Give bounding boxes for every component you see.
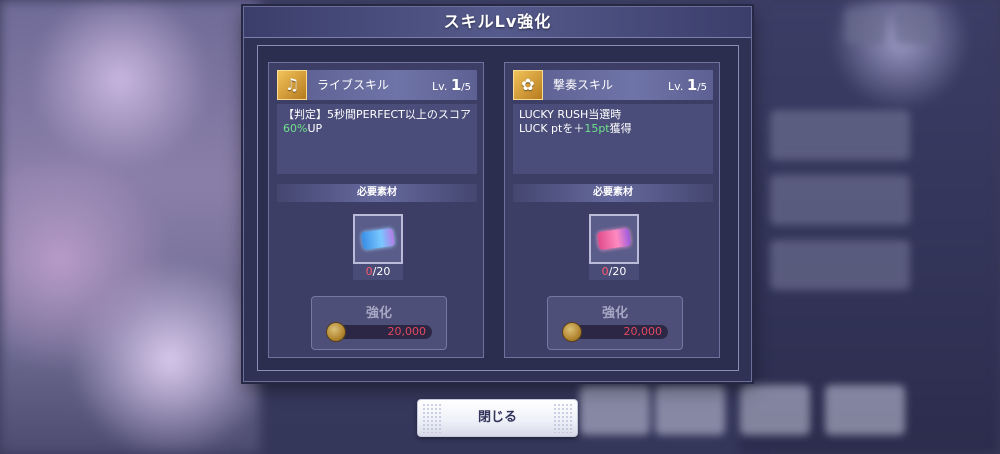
close-button[interactable]: 閉じる — [417, 399, 578, 437]
enhance-button[interactable]: 強化 20,000 — [311, 296, 447, 350]
material-required: /20 — [608, 265, 627, 278]
level-prefix: Lv. — [668, 80, 684, 93]
cost-bar: 20,000 — [562, 322, 668, 342]
enhance-button[interactable]: 強化 20,000 — [547, 296, 683, 350]
skill-card-live: ♫ ライブスキル Lv. 1/5 【判定】5秒間PERFECT以上のスコア 60… — [268, 62, 484, 358]
background-panel — [770, 240, 910, 290]
background-button — [580, 385, 650, 435]
level-prefix: Lv. — [432, 80, 448, 93]
skill-level: Lv. 1/5 — [432, 70, 471, 103]
dialog-title: スキルLv強化 — [443, 12, 552, 31]
skill-level-up-dialog: スキルLv強化 ♫ ライブスキル Lv. 1/5 【判定】5秒間PERFECT以… — [243, 6, 752, 382]
dialog-content: ♫ ライブスキル Lv. 1/5 【判定】5秒間PERFECT以上のスコア 60… — [257, 45, 739, 371]
coin-icon — [326, 322, 346, 342]
skill-description: 【判定】5秒間PERFECT以上のスコア 60%UP — [277, 104, 477, 174]
close-label: 閉じる — [477, 410, 517, 425]
dialog-title-bar: スキルLv強化 — [244, 7, 751, 38]
ticket-icon — [596, 227, 632, 251]
background-button — [740, 385, 810, 435]
music-note-icon: ♫ — [277, 70, 307, 100]
effect-text: 獲得 — [609, 122, 632, 135]
material-required: /20 — [372, 265, 391, 278]
ticket-icon — [360, 227, 396, 251]
coin-icon — [562, 322, 582, 342]
background-icon — [845, 8, 885, 44]
skill-card-geki: ✿ 撃奏スキル Lv. 1/5 LUCKY RUSH当選時 LUCK ptを＋1… — [504, 62, 720, 358]
level-current: 1 — [450, 76, 462, 94]
cost-value: 20,000 — [623, 325, 663, 338]
material-item[interactable] — [589, 214, 639, 264]
description-line: LUCKY RUSH当選時 — [519, 108, 622, 121]
effect-prefix: LUCK ptを＋ — [519, 122, 585, 135]
description-line: 60%UP — [283, 122, 471, 136]
background-button — [825, 385, 905, 435]
skill-description: LUCKY RUSH当選時 LUCK ptを＋15pt獲得 — [513, 104, 713, 174]
cost-bar: 20,000 — [326, 322, 432, 342]
required-materials-label: 必要素材 — [513, 184, 713, 202]
skill-header: ✿ 撃奏スキル Lv. 1/5 — [513, 70, 713, 100]
description-line: 【判定】5秒間PERFECT以上のスコア — [283, 108, 471, 121]
background-icon — [895, 8, 935, 44]
effect-value: 15pt — [584, 122, 610, 135]
level-max: /5 — [461, 82, 471, 93]
level-current: 1 — [686, 76, 698, 94]
background-panel — [770, 175, 910, 225]
background-panel — [770, 110, 910, 160]
required-materials-label: 必要素材 — [277, 184, 477, 202]
skill-header: ♫ ライブスキル Lv. 1/5 — [277, 70, 477, 100]
background-left-blur — [0, 0, 260, 454]
flower-icon: ✿ — [513, 70, 543, 100]
background-button — [655, 385, 725, 435]
skill-name: ライブスキル — [317, 78, 390, 92]
enhance-label: 強化 — [601, 306, 628, 321]
effect-text: UP — [307, 122, 323, 135]
material-owned: 0 — [365, 265, 373, 278]
enhance-label: 強化 — [365, 306, 392, 321]
material-owned: 0 — [601, 265, 609, 278]
effect-value: 60% — [283, 122, 308, 135]
skill-name: 撃奏スキル — [553, 78, 614, 92]
material-item[interactable] — [353, 214, 403, 264]
description-line: LUCK ptを＋15pt獲得 — [519, 122, 707, 136]
material-count: 0/20 — [353, 264, 403, 280]
skill-level: Lv. 1/5 — [668, 70, 707, 103]
level-max: /5 — [697, 82, 707, 93]
material-count: 0/20 — [589, 264, 639, 280]
cost-value: 20,000 — [387, 325, 427, 338]
